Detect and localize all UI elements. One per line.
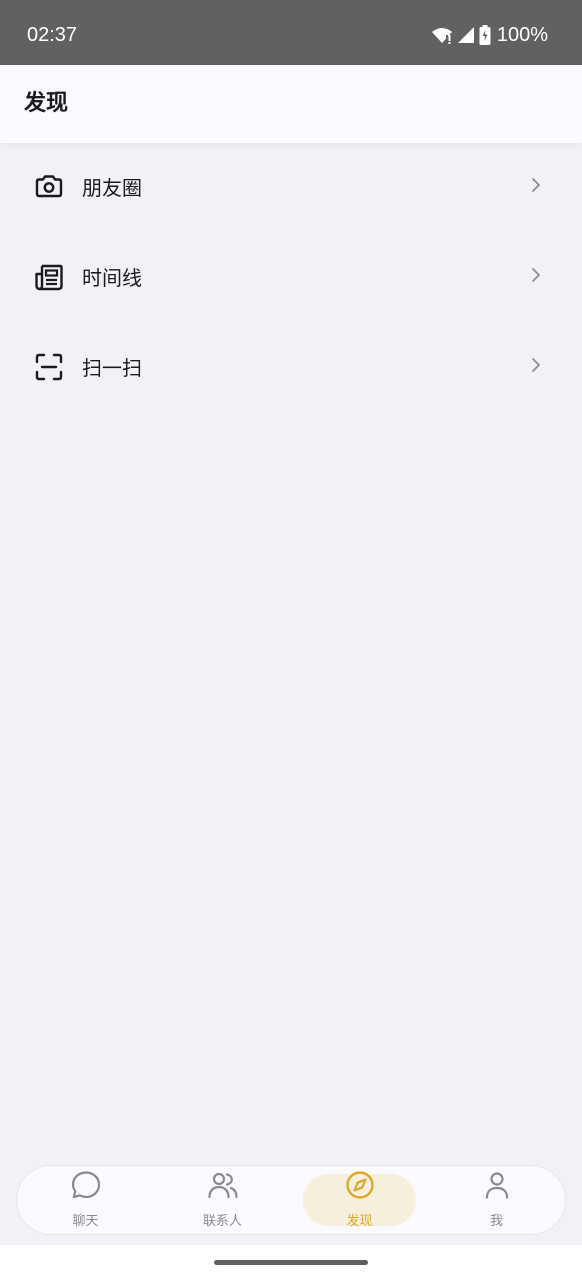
nav-tab-contacts[interactable]: 联系人 [154,1166,291,1234]
nav-tab-label: 聊天 [72,1214,99,1229]
chat-icon [71,1171,100,1199]
scan-icon [35,353,63,381]
profile-icon [485,1172,508,1199]
menu-item-moments[interactable]: 朋友圈 [0,143,582,233]
menu-item-timeline[interactable]: 时间线 [0,233,582,323]
menu-item-scan[interactable]: 扫一扫 [0,323,582,413]
status-icons: 100% [431,22,548,48]
menu-item-label: 时间线 [82,266,142,290]
camera-icon [35,175,63,198]
chevron-right-icon [532,268,540,282]
menu-item-label: 朋友圈 [82,176,142,200]
chevron-right-icon [532,178,540,192]
signal-icon [457,27,474,43]
nav-tab-label: 联系人 [202,1214,242,1229]
nav-tab-label: 我 [489,1214,503,1229]
nav-tab-label: 发现 [346,1214,373,1229]
battery-percentage: 100% [496,24,548,46]
wifi-icon [431,28,452,44]
nav-tab-chats[interactable]: 聊天 [17,1166,154,1234]
status-bar: 02:37 100% [0,0,582,65]
menu-item-label: 扫一扫 [82,356,142,380]
battery-icon [479,25,491,45]
status-time: 02:37 [27,24,78,46]
discover-menu-list: 朋友圈 时间线 扫一扫 [0,143,582,413]
system-navigation-area [0,1245,582,1280]
app-header: 发现 [0,65,582,143]
nav-tab-discover[interactable]: 发现 [291,1166,428,1234]
home-gesture-bar[interactable] [214,1260,368,1265]
compass-icon [345,1171,374,1199]
chevron-right-icon [532,358,540,372]
bottom-navigation: 聊天 联系人 发现 我 [17,1166,565,1234]
newspaper-icon [35,264,63,291]
page-title: 发现 [24,91,69,116]
contacts-icon [207,1172,238,1199]
nav-tab-me[interactable]: 我 [428,1166,565,1234]
